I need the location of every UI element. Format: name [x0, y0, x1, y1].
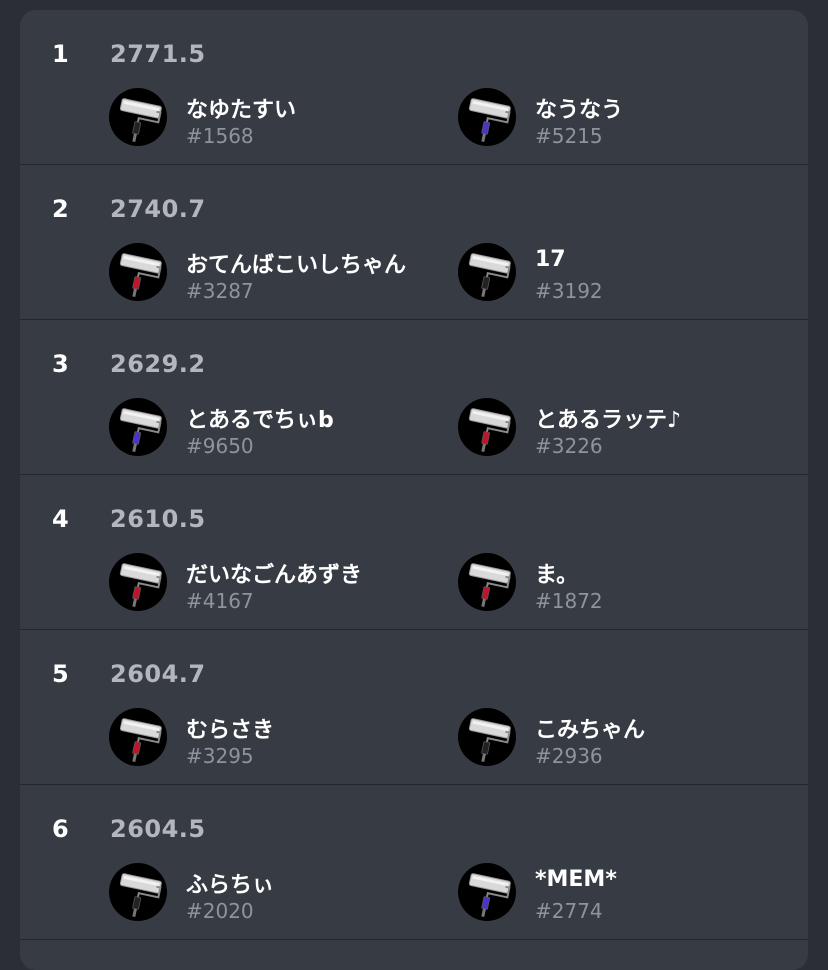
roller-icon — [109, 88, 167, 146]
rank-number: 6 — [52, 815, 70, 843]
roller-icon — [458, 708, 516, 766]
player-name: だいなごんあずき — [186, 563, 363, 588]
player-card[interactable]: ふらちぃ #2020 — [109, 863, 439, 923]
player-tag: #2936 — [535, 744, 603, 768]
leaderboard-entry: 2 2740.7 おてんばこいしちゃん #3287 17 #3192 — [20, 165, 808, 320]
player-card[interactable]: だいなごんあずき #4167 — [109, 553, 439, 613]
roller-icon — [109, 863, 167, 921]
player-name: なゆたすい — [186, 98, 297, 123]
player-card[interactable]: ま。 #1872 — [458, 553, 788, 613]
player-name: *MEM* — [535, 867, 617, 892]
team-score: 2629.2 — [110, 350, 206, 378]
player-name: むらさき — [186, 718, 275, 743]
player-tag: #1568 — [186, 124, 254, 148]
roller-icon — [458, 88, 516, 146]
leaderboard-entry: 6 2604.5 ふらちぃ #2020 *MEM* #2774 — [20, 785, 808, 940]
player-tag: #4167 — [186, 589, 254, 613]
player-tag: #3295 — [186, 744, 254, 768]
player-card[interactable]: こみちゃん #2936 — [458, 708, 788, 768]
roller-icon — [109, 708, 167, 766]
player-card[interactable]: 17 #3192 — [458, 243, 788, 303]
roller-icon — [458, 553, 516, 611]
roller-icon — [458, 863, 516, 921]
player-card[interactable]: とあるラッテ♪ #3226 — [458, 398, 788, 458]
roller-icon — [458, 243, 516, 301]
roller-icon — [109, 243, 167, 301]
player-card[interactable]: むらさき #3295 — [109, 708, 439, 768]
player-tag: #3192 — [535, 279, 603, 303]
player-card[interactable]: *MEM* #2774 — [458, 863, 788, 923]
team-score: 2740.7 — [110, 195, 206, 223]
team-score: 2604.7 — [110, 660, 206, 688]
leaderboard-entry: 5 2604.7 むらさき #3295 こみちゃん #2936 — [20, 630, 808, 785]
player-name: なうなう — [535, 98, 624, 123]
player-name: 17 — [535, 247, 566, 272]
player-name: こみちゃん — [535, 718, 646, 743]
leaderboard-entry: 4 2610.5 だいなごんあずき #4167 ま。 #1872 — [20, 475, 808, 630]
player-tag: #2020 — [186, 899, 254, 923]
team-score: 2610.5 — [110, 505, 206, 533]
roller-icon — [109, 553, 167, 611]
player-card[interactable]: なうなう #5215 — [458, 88, 788, 148]
player-name: ま。 — [535, 563, 579, 588]
rank-number: 4 — [52, 505, 70, 533]
leaderboard-entry: 3 2629.2 とあるでちぃb #9650 とあるラッテ♪ #3226 — [20, 320, 808, 475]
roller-icon — [458, 398, 516, 456]
rank-number: 3 — [52, 350, 70, 378]
player-name: とあるラッテ♪ — [535, 408, 682, 433]
rank-number: 2 — [52, 195, 70, 223]
player-tag: #3287 — [186, 279, 254, 303]
rank-number: 5 — [52, 660, 70, 688]
player-tag: #1872 — [535, 589, 603, 613]
team-score: 2604.5 — [110, 815, 206, 843]
roller-icon — [109, 398, 167, 456]
player-name: おてんばこいしちゃん — [186, 253, 407, 278]
player-name: とあるでちぃb — [186, 408, 334, 433]
leaderboard-entry: 1 2771.5 なゆたすい #1568 なうなう #5215 — [20, 10, 808, 165]
team-score: 2771.5 — [110, 40, 206, 68]
player-tag: #3226 — [535, 434, 603, 458]
player-tag: #9650 — [186, 434, 254, 458]
player-card[interactable]: おてんばこいしちゃん #3287 — [109, 243, 439, 303]
player-card[interactable]: とあるでちぃb #9650 — [109, 398, 439, 458]
player-name: ふらちぃ — [186, 873, 275, 898]
rank-number: 1 — [52, 40, 70, 68]
player-tag: #2774 — [535, 899, 603, 923]
player-tag: #5215 — [535, 124, 603, 148]
player-card[interactable]: なゆたすい #1568 — [109, 88, 439, 148]
leaderboard: 1 2771.5 なゆたすい #1568 なうなう #5215 2 2740.7 おてんばこいし… — [20, 10, 808, 970]
